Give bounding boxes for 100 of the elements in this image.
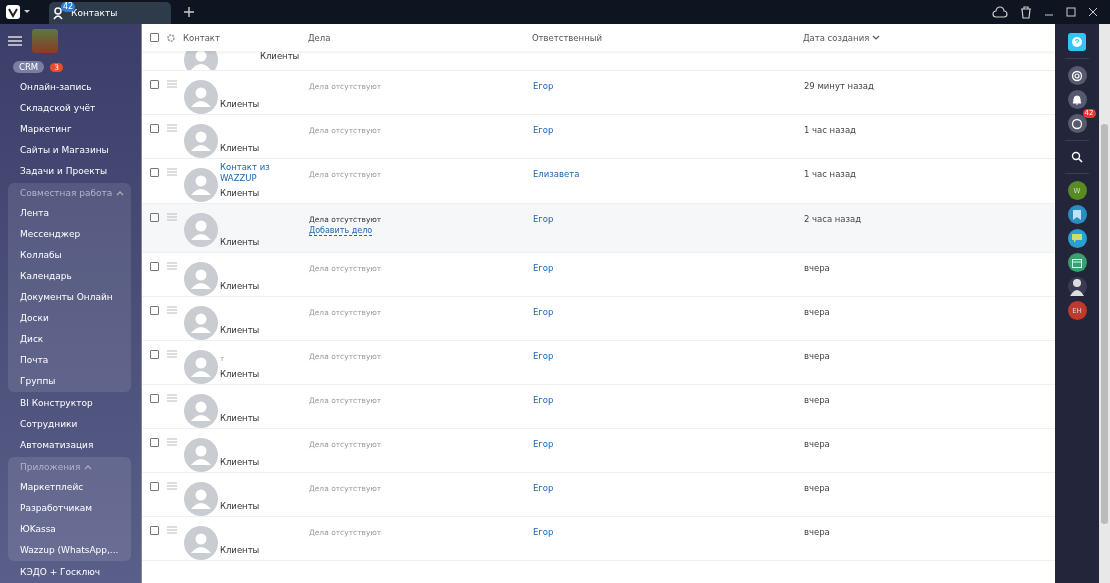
responsible-link[interactable]: Елизавета xyxy=(532,169,580,179)
chat-bubble-icon[interactable] xyxy=(1067,229,1087,248)
drag-handle-icon[interactable] xyxy=(166,80,177,88)
contact-type: Клиенты xyxy=(219,369,261,379)
avatar-icon xyxy=(183,262,218,296)
trash-icon[interactable] xyxy=(1020,5,1032,19)
sidebar-item[interactable]: Диск xyxy=(8,329,131,350)
sidebar-item[interactable]: Маркетинг xyxy=(8,119,131,140)
sidebar-item[interactable]: ЮKassa xyxy=(8,519,131,540)
column-header[interactable]: Контакт xyxy=(182,32,301,43)
maximize-icon[interactable] xyxy=(1066,7,1076,17)
avatar-icon xyxy=(183,306,218,340)
contact-type: Клиенты xyxy=(219,457,260,467)
new-tab-icon[interactable] xyxy=(183,6,195,18)
menu-icon[interactable] xyxy=(8,35,22,46)
drag-handle-icon[interactable] xyxy=(166,306,177,314)
scrollbar[interactable] xyxy=(1099,24,1110,583)
sidebar-item[interactable]: Автоматизация xyxy=(8,435,131,456)
avatar-icon xyxy=(183,80,218,114)
settings-icon[interactable] xyxy=(165,32,176,43)
bookmark-icon[interactable] xyxy=(1067,205,1087,224)
responsible-link[interactable]: Егор xyxy=(532,439,554,449)
responsible-link[interactable]: Егор xyxy=(532,81,554,91)
sidebar-item[interactable]: BI Конструктор xyxy=(8,393,131,414)
sidebar-item[interactable]: Складской учёт xyxy=(8,98,131,119)
row-checkbox[interactable] xyxy=(149,526,159,535)
select-all-checkbox[interactable] xyxy=(149,33,159,42)
row-checkbox[interactable] xyxy=(149,262,159,271)
column-header[interactable]: Дата создания xyxy=(802,32,881,43)
contact-name[interactable]: Контакт из WAZZUP xyxy=(219,162,282,184)
drag-handle-icon[interactable] xyxy=(166,482,177,490)
chevron-icon[interactable] xyxy=(116,190,125,196)
sidebar-item[interactable]: Коллабы xyxy=(8,245,131,266)
question-mark-icon xyxy=(1072,37,1082,47)
avatar-icon xyxy=(183,168,218,202)
sidebar-item[interactable]: Календарь xyxy=(8,266,131,287)
cloud-icon[interactable] xyxy=(992,6,1008,18)
row-checkbox[interactable] xyxy=(149,350,159,359)
sidebar-item[interactable]: Документы Онлайн xyxy=(8,287,131,308)
sidebar-item[interactable]: Сотрудники xyxy=(8,414,131,435)
add-activity-link[interactable]: Добавить дело xyxy=(308,226,373,236)
row-checkbox[interactable] xyxy=(149,482,159,491)
chevron-icon[interactable] xyxy=(84,464,93,470)
sidebar-item[interactable]: Доски xyxy=(8,308,131,329)
row-checkbox[interactable] xyxy=(149,213,159,222)
responsible-link[interactable]: Егор xyxy=(532,125,554,135)
drag-handle-icon[interactable] xyxy=(166,438,177,446)
contact-type: Клиенты xyxy=(219,99,260,109)
drag-handle-icon[interactable] xyxy=(166,262,177,270)
drag-handle-icon[interactable] xyxy=(166,124,177,132)
created-date: вчера xyxy=(803,483,830,493)
sidebar-item[interactable]: Группы xyxy=(8,371,131,392)
sidebar-item[interactable]: Маркетплейс xyxy=(8,477,131,498)
row-checkbox[interactable] xyxy=(149,394,159,403)
created-date: вчера xyxy=(803,307,830,317)
row-checkbox[interactable] xyxy=(149,438,159,447)
sidebar-item[interactable]: Почта xyxy=(8,350,131,371)
drag-handle-icon[interactable] xyxy=(166,168,177,176)
close-icon[interactable] xyxy=(1088,7,1098,17)
bell-icon[interactable] xyxy=(1067,90,1087,109)
help-button[interactable] xyxy=(1068,33,1086,51)
responsible-link[interactable]: Егор xyxy=(532,307,554,317)
row-checkbox[interactable] xyxy=(149,124,159,133)
sidebar-item[interactable]: Задачи и Проекты xyxy=(8,161,131,182)
responsible-link[interactable]: Егор xyxy=(532,395,554,405)
row-checkbox[interactable] xyxy=(149,168,159,177)
contact-type: Клиенты xyxy=(219,413,260,423)
column-header[interactable]: Ответственный xyxy=(531,32,796,43)
row-checkbox[interactable] xyxy=(149,80,159,89)
column-header[interactable]: Дела xyxy=(307,32,525,43)
sidebar-item[interactable]: Мессенджер xyxy=(8,224,131,245)
responsible-link[interactable]: Егор xyxy=(532,351,554,361)
created-date: вчера xyxy=(803,439,830,449)
sidebar-item[interactable]: КЭДО + Госключ xyxy=(8,562,131,583)
created-date: 1 час назад xyxy=(803,125,856,135)
row-checkbox[interactable] xyxy=(149,306,159,315)
sidebar-item[interactable]: Лента xyxy=(8,203,131,224)
sidebar-item[interactable]: Сайты и Магазины xyxy=(8,140,131,161)
responsible-link[interactable]: Егор xyxy=(532,483,554,493)
created-date: 2 часа назад xyxy=(803,214,862,224)
drag-handle-icon[interactable] xyxy=(166,526,177,534)
drag-handle-icon[interactable] xyxy=(166,394,177,402)
contact-type: Клиенты xyxy=(219,545,260,555)
responsible-link[interactable]: Егор xyxy=(532,214,554,224)
drag-handle-icon[interactable] xyxy=(166,213,177,221)
drag-handle-icon[interactable] xyxy=(166,350,177,358)
sidebar-item[interactable]: Разработчикам xyxy=(8,498,131,519)
person-icon[interactable] xyxy=(1067,277,1087,296)
sidebar-item[interactable]: Онлайн-запись xyxy=(8,77,131,98)
responsible-link[interactable]: Егор xyxy=(532,527,554,537)
contact-type: Клиенты xyxy=(259,51,300,63)
sidebar-group-header[interactable]: Совместная работа xyxy=(8,183,131,203)
crm-menu-item[interactable]: CRM xyxy=(13,61,45,74)
sidebar-item[interactable]: Wazzup (WhatsApp,... xyxy=(8,540,131,561)
responsible-link[interactable]: Егор xyxy=(532,263,554,273)
calendar-icon[interactable] xyxy=(1067,253,1087,272)
search-icon[interactable] xyxy=(1071,151,1083,163)
avatar-icon xyxy=(183,124,218,158)
created-date: вчера xyxy=(803,351,830,361)
contact-type: Клиенты xyxy=(219,501,260,511)
